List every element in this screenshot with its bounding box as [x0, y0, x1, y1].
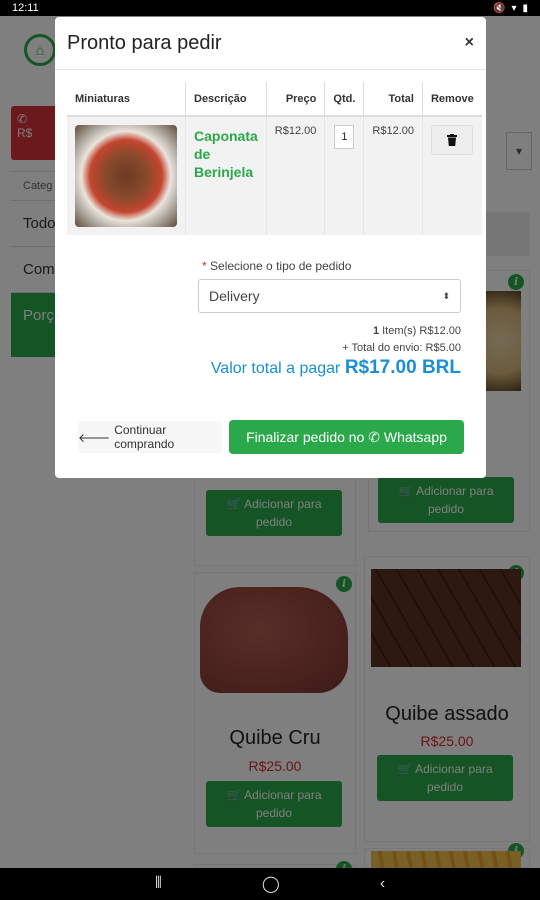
cart-table: Miniaturas Descrição Preço Qtd. Total Re…	[67, 82, 482, 235]
item-total: R$12.00	[372, 125, 414, 137]
modal-title: Pronto para pedir	[67, 31, 222, 54]
cart-modal: Pronto para pedir × Miniaturas Descrição…	[55, 17, 486, 478]
product-name-link[interactable]: Caponata de Berinjela	[194, 127, 258, 181]
continue-shopping-label: Continuar comprando	[114, 423, 175, 451]
grand-total-value: R$17.00 BRL	[344, 357, 461, 378]
table-row: Caponata de Berinjela R$12.00 1 R$12.00	[67, 116, 482, 235]
recent-apps-icon[interactable]: ⦀	[155, 875, 162, 893]
modal-header: Pronto para pedir ×	[55, 17, 486, 70]
back-icon[interactable]: ‹	[380, 875, 385, 893]
column-header-price: Preço	[266, 82, 326, 117]
items-count: 1	[372, 325, 380, 337]
wifi-icon: ▾	[511, 2, 517, 14]
column-header-description: Descrição	[185, 82, 267, 117]
item-price: R$12.00	[274, 125, 317, 137]
trash-icon	[447, 134, 458, 146]
grand-total-label: Valor total a pagar	[210, 360, 341, 377]
grand-total: Valor total a pagar R$17.00 BRL	[211, 357, 461, 379]
whatsapp-icon: ✆	[368, 428, 384, 445]
order-summary: 1 Item(s) R$12.00 + Total do envio: R$5.…	[342, 323, 461, 357]
mute-icon: 🔇	[493, 2, 506, 14]
order-type-value: Delivery	[209, 288, 260, 304]
column-header-quantity: Qtd.	[324, 82, 365, 117]
arrow-left-icon: 🡐	[78, 430, 111, 445]
status-time: 12:11	[12, 2, 39, 14]
product-thumbnail	[75, 125, 177, 227]
quantity-cell: 1	[324, 116, 365, 235]
column-header-total: Total	[363, 82, 423, 117]
battery-icon: ▮	[522, 2, 528, 14]
remove-button[interactable]	[431, 125, 474, 155]
android-nav-bar: ⦀ ◯ ‹	[0, 868, 540, 900]
order-type-select[interactable]: Delivery ⬍	[198, 279, 461, 313]
column-header-thumbnails: Miniaturas	[67, 82, 186, 117]
thumbnail-cell	[67, 116, 186, 235]
order-type-label-text: Selecione o tipo de pedido	[210, 259, 352, 273]
finalize-whatsapp-button[interactable]: Finalizar pedido no ✆ Whatsapp	[229, 420, 464, 454]
description-cell: Caponata de Berinjela	[185, 116, 267, 235]
chevron-updown-icon: ⬍	[442, 290, 450, 301]
column-header-remove: Remove	[422, 82, 482, 117]
status-bar: 12:11 🔇 ▾ ▮	[0, 0, 540, 16]
finalize-label: Finalizar pedido no ✆ Whatsapp	[246, 428, 447, 445]
close-icon[interactable]: ×	[465, 34, 474, 52]
order-type-label: * Selecione o tipo de pedido	[202, 259, 351, 273]
shipping-total: + Total do envio: R$5.00	[342, 342, 461, 354]
required-mark: *	[202, 259, 207, 273]
price-cell: R$12.00	[266, 116, 326, 235]
items-subtotal: Item(s) R$12.00	[382, 325, 461, 337]
status-icons: 🔇 ▾ ▮	[493, 3, 528, 14]
total-cell: R$12.00	[363, 116, 423, 235]
quantity-input[interactable]: 1	[334, 125, 355, 149]
remove-cell	[422, 116, 482, 235]
continue-shopping-button[interactable]: 🡐 Continuar comprando	[78, 421, 222, 453]
home-icon[interactable]: ◯	[262, 874, 280, 894]
